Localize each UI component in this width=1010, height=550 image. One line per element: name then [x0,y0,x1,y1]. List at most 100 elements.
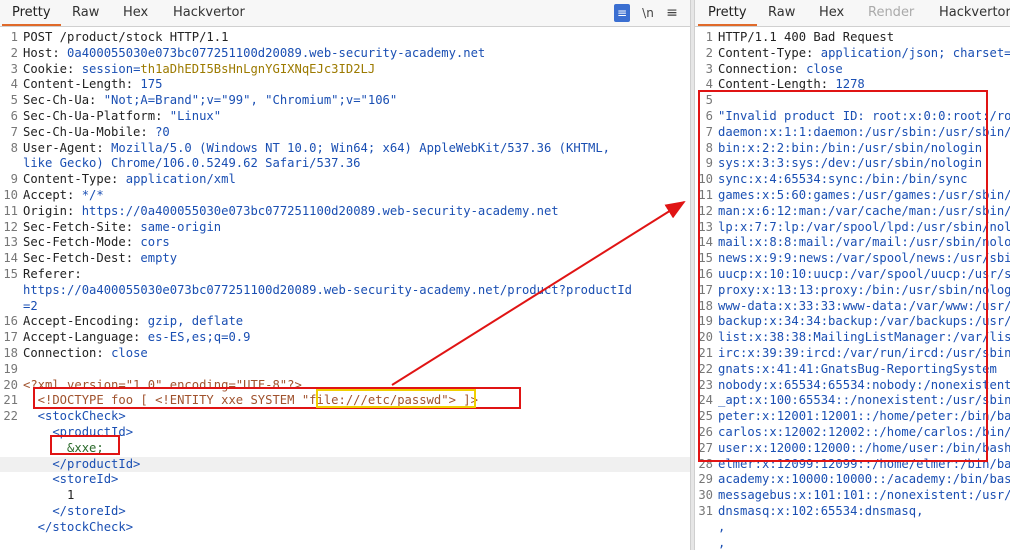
response-line: 23 nobody:x:65534:65534:nobody:/nonexiste… [695,378,1010,394]
response-tab-raw[interactable]: Raw [758,0,805,26]
response-line: , [695,536,1010,550]
line-number: 4 [705,77,713,92]
response-tab-pretty[interactable]: Pretty [698,0,757,26]
request-line: 17 Accept-Language: es-ES,es;q=0.9 [0,330,690,346]
line-number: 29 [698,472,713,487]
response-line-text: "Invalid product ID: root:x:0:0:root:/ro… [718,109,1010,125]
code-token: peter:x:12001:12001::/home/peter:/bin/ba… [718,409,1010,424]
response-line: 10 sync:x:4:65534:sync:/bin:/bin/sync [695,172,1010,188]
response-line-text: uucp:x:10:10:uucp:/var/spool/uucp:/usr/s… [718,267,1010,283]
response-line-text: carlos:x:12002:12002::/home/carlos:/bin/… [718,425,1010,441]
response-line: 31 dnsmasq:x:102:65534:dnsmasq, [695,504,1010,520]
code-token: <?xml version="1.0" encoding="UTF-8"?> [23,377,302,392]
code-token: user:x:12000:12000::/home/user:/bin/bash [718,440,1010,455]
line-number: 18 [3,346,18,360]
code-token: carlos:x:12002:12002::/home/carlos:/bin/… [718,425,1010,439]
request-line-text: Sec-Fetch-Mode: cors [23,235,170,251]
response-tab-render[interactable]: Render [858,0,924,26]
line-number: 20 [3,377,18,392]
response-line: 21 irc:x:39:39:ircd:/var/run/ircd:/usr/sb… [695,346,1010,362]
request-line: </productId> [0,456,690,473]
response-tabbar: Pretty Raw Hex Render Hackvertor [695,0,1010,27]
code-token: close [111,346,148,360]
code-token: Accept-Encoding: [23,314,148,329]
response-line-text: Content-Type: application/json; charset=… [718,46,1010,62]
line-number: 5 [10,93,18,108]
line-number: 16 [698,267,713,281]
request-line-text: </storeId> [23,504,125,520]
code-token: <productId> [23,425,134,439]
code-token: Referer: [23,267,82,281]
code-token: Cookie: [23,61,82,76]
request-line-text: =2 [23,299,38,315]
response-line: , [695,520,1010,536]
request-line: 22 <stockCheck> [0,409,690,425]
response-line: 8 bin:x:2:2:bin:/bin:/usr/sbin/nologin [695,141,1010,157]
request-tab-hackvertor[interactable]: Hackvertor [163,0,255,26]
line-number: 14 [698,235,713,250]
request-line-text: Host: 0a400055030e073bc077251100d20089.w… [23,46,485,62]
request-line-text: </productId> [23,457,140,473]
request-line-text: Sec-Fetch-Site: same-origin [23,220,221,236]
code-token: Accept-Language: [23,330,148,345]
code-token: application/xml [125,172,236,187]
line-number: 31 [698,504,713,518]
request-line-text: &xxe; [23,441,104,457]
response-line: 3 Connection: close [695,62,1010,78]
response-line: 19 backup:x:34:34:backup:/var/backups:/us… [695,314,1010,330]
word-wrap-icon[interactable]: ≡ [614,4,630,22]
request-line: 5 Sec-Ch-Ua: "Not;A=Brand";v="99", "Chrom… [0,93,690,109]
request-tab-pretty[interactable]: Pretty [2,0,61,26]
line-number: 10 [3,188,18,202]
response-tab-hex[interactable]: Hex [809,0,854,26]
code-token: 175 [140,77,163,92]
request-line-text: Content-Length: 175 [23,77,162,93]
line-number: 21 [3,393,18,408]
line-number: 1 [10,30,18,44]
code-token: ?0 [155,124,170,139]
line-number: 17 [698,282,713,297]
request-tab-hex[interactable]: Hex [113,0,158,26]
code-token: </stockCheck> [23,519,134,534]
line-number: 9 [10,172,18,187]
request-line: 16 Accept-Encoding: gzip, deflate [0,314,690,330]
code-token: es-ES,es;q=0.9 [147,330,251,345]
line-number: 26 [698,425,713,439]
line-number: 14 [3,251,18,266]
line-number: 15 [3,267,18,281]
request-line-text: Accept: */* [23,188,104,204]
response-line-text: list:x:38:38:MailingListManager:/var/lis… [718,330,1010,346]
request-line: 19 [0,362,690,378]
response-line: 12 man:x:6:12:man:/var/cache/man:/usr/sbi… [695,204,1010,220]
line-number: 30 [698,488,713,503]
request-tab-raw[interactable]: Raw [62,0,109,26]
code-token: uucp:x:10:10:uucp:/var/spool/uucp:/usr/s… [718,267,1010,281]
line-number: 10 [698,172,713,187]
response-tab-hackvertor[interactable]: Hackvertor [929,0,1010,26]
code-token: gzip, deflate [147,314,244,329]
request-line: 11 Origin: https://0a400055030e073bc07725… [0,204,690,220]
code-token: , [718,519,726,534]
code-token: Accept: [23,188,82,202]
response-line-text: Connection: close [718,62,843,78]
line-number: 3 [705,61,713,76]
request-line-text: <?xml version="1.0" encoding="UTF-8"?> [23,378,302,394]
code-token: 1 [23,488,75,503]
newline-toggle-icon[interactable]: \n [638,4,658,22]
request-line: like Gecko) Chrome/106.0.5249.62 Safari/… [0,156,690,172]
menu-icon[interactable]: ≡ [664,4,680,22]
code-token: Content-Type: [718,45,821,60]
request-line: 8 User-Agent: Mozilla/5.0 (Windows NT 10.… [0,141,690,157]
code-token: POST /product/stock HTTP/1.1 [23,30,229,44]
code-token: Content-Length: [718,77,836,92]
request-line-text: Accept-Language: es-ES,es;q=0.9 [23,330,250,346]
response-line: 28 elmer:x:12099:12099::/home/elmer:/bin/… [695,457,1010,473]
request-line-text: Origin: https://0a400055030e073bc0772511… [23,204,559,220]
code-token: Sec-Fetch-Site: [23,219,141,234]
line-number: 19 [698,314,713,329]
request-line: <storeId> [0,472,690,488]
line-number: 7 [10,124,18,139]
line-number: 24 [698,393,713,408]
line-number: 17 [3,330,18,345]
code-token: news:x:9:9:news:/var/spool/news:/usr/sbi… [718,251,1010,266]
